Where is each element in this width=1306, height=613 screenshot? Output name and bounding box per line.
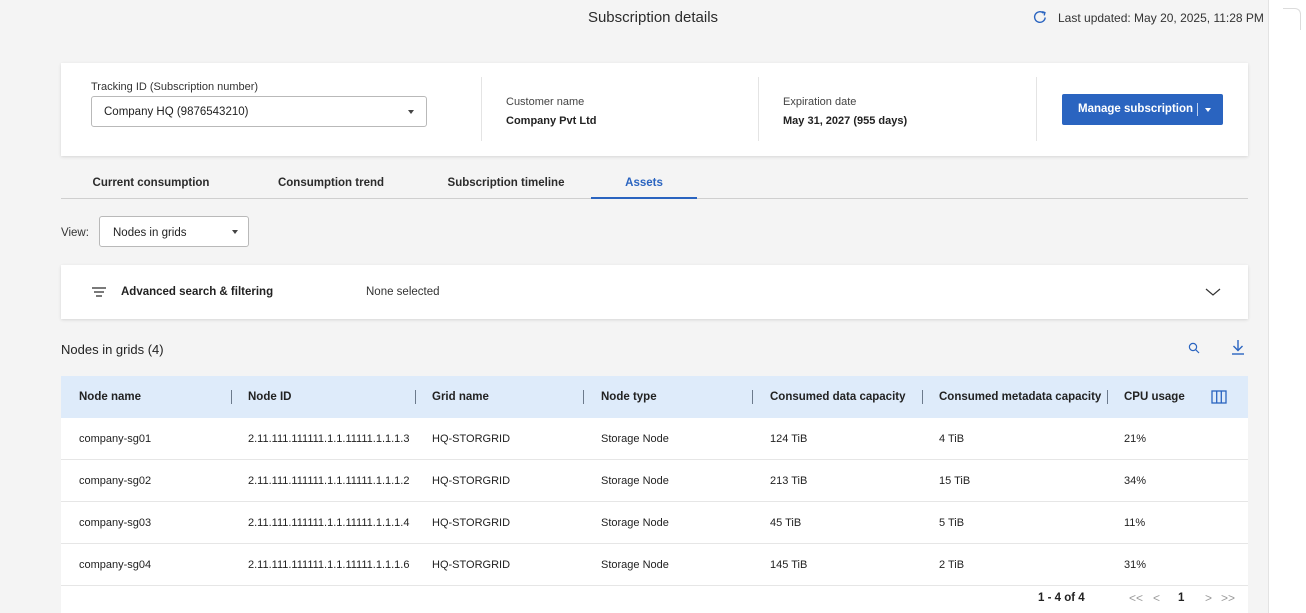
cell-data-capacity: 45 TiB bbox=[770, 517, 802, 529]
customer-name-label: Customer name bbox=[506, 96, 585, 108]
cell-node-type: Storage Node bbox=[601, 517, 669, 529]
cell-node-id: 2.11.111.111111.1.1.11111.1.1.1.3 bbox=[248, 433, 410, 445]
subscription-summary-card: Tracking ID (Subscription number) Compan… bbox=[61, 63, 1248, 156]
filter-lines-icon bbox=[92, 287, 106, 297]
table-header-row: Node name Node ID Grid name Node type Co… bbox=[61, 376, 1248, 418]
cell-node-type: Storage Node bbox=[601, 433, 669, 445]
cell-node-name: company-sg03 bbox=[79, 517, 152, 529]
pagination: 1 - 4 of 4 << < 1 > >> bbox=[61, 586, 1248, 613]
table-title: Nodes in grids (4) bbox=[61, 342, 164, 357]
column-separator[interactable] bbox=[231, 390, 232, 404]
last-updated-text: Last updated: May 20, 2025, 11:28 PM bbox=[1058, 11, 1264, 25]
cell-metadata-capacity: 5 TiB bbox=[939, 517, 965, 529]
cell-data-capacity: 124 TiB bbox=[770, 433, 808, 445]
column-separator[interactable] bbox=[752, 390, 753, 404]
tab-consumption-trend[interactable]: Consumption trend bbox=[241, 167, 421, 199]
column-separator[interactable] bbox=[583, 390, 584, 404]
cell-metadata-capacity: 15 TiB bbox=[939, 475, 971, 487]
download-icon[interactable] bbox=[1231, 339, 1245, 355]
column-header-consumed-data-capacity[interactable]: Consumed data capacity bbox=[770, 391, 905, 403]
expiration-date-label: Expiration date bbox=[783, 96, 857, 108]
tab-assets[interactable]: Assets bbox=[591, 167, 697, 199]
cell-node-name: company-sg01 bbox=[79, 433, 152, 445]
divider bbox=[1036, 77, 1037, 141]
table-row[interactable]: company-sg04 2.11.111.111111.1.1.11111.1… bbox=[61, 544, 1248, 586]
expiration-date-value: May 31, 2027 (955 days) bbox=[783, 115, 908, 127]
cell-node-name: company-sg02 bbox=[79, 475, 152, 487]
manage-subscription-label: Manage subscription bbox=[1078, 103, 1194, 115]
cell-metadata-capacity: 4 TiB bbox=[939, 433, 965, 445]
first-page-button[interactable]: << bbox=[1129, 591, 1143, 605]
cell-cpu-usage: 11% bbox=[1124, 517, 1146, 529]
view-select[interactable]: Nodes in grids bbox=[99, 216, 249, 247]
divider bbox=[481, 77, 482, 141]
tab-bar: Current consumption Consumption trend Su… bbox=[61, 167, 1248, 199]
cell-data-capacity: 145 TiB bbox=[770, 559, 808, 571]
nodes-table: Node name Node ID Grid name Node type Co… bbox=[61, 376, 1248, 613]
column-header-consumed-metadata-capacity[interactable]: Consumed metadata capacity bbox=[939, 391, 1101, 403]
chevron-down-icon bbox=[232, 230, 238, 234]
right-gutter bbox=[1268, 0, 1306, 613]
view-value: Nodes in grids bbox=[113, 227, 187, 239]
next-page-button[interactable]: > bbox=[1205, 591, 1212, 605]
filter-label: Advanced search & filtering bbox=[121, 286, 274, 298]
chevron-down-icon[interactable] bbox=[1205, 108, 1211, 112]
last-page-button[interactable]: >> bbox=[1221, 591, 1235, 605]
column-header-node-name[interactable]: Node name bbox=[79, 391, 141, 403]
cell-node-type: Storage Node bbox=[601, 559, 669, 571]
tracking-id-value: Company HQ (9876543210) bbox=[104, 106, 249, 118]
cell-grid-name: HQ-STORGRID bbox=[432, 475, 511, 487]
search-icon[interactable] bbox=[1188, 342, 1200, 354]
cell-node-type: Storage Node bbox=[601, 475, 669, 487]
button-separator bbox=[1197, 103, 1198, 116]
tracking-id-select[interactable]: Company HQ (9876543210) bbox=[91, 96, 427, 127]
cell-grid-name: HQ-STORGRID bbox=[432, 559, 511, 571]
prev-page-button[interactable]: < bbox=[1153, 591, 1160, 605]
column-header-cpu-usage[interactable]: CPU usage bbox=[1124, 391, 1185, 403]
column-header-node-id[interactable]: Node ID bbox=[248, 391, 291, 403]
chevron-down-icon bbox=[408, 110, 414, 114]
columns-icon[interactable] bbox=[1211, 390, 1227, 404]
cell-grid-name: HQ-STORGRID bbox=[432, 517, 511, 529]
chevron-down-icon[interactable] bbox=[1205, 287, 1221, 297]
cell-metadata-capacity: 2 TiB bbox=[939, 559, 965, 571]
cell-node-id: 2.11.111.111111.1.1.11111.1.1.1.6 bbox=[248, 559, 410, 571]
refresh-icon[interactable] bbox=[1031, 8, 1049, 26]
column-separator[interactable] bbox=[922, 390, 923, 404]
column-separator[interactable] bbox=[1107, 390, 1108, 404]
table-row[interactable]: company-sg01 2.11.111.111111.1.1.11111.1… bbox=[61, 418, 1248, 460]
page: Subscription details Last updated: May 2… bbox=[0, 0, 1268, 613]
view-label: View: bbox=[61, 227, 89, 239]
filter-selection: None selected bbox=[366, 286, 440, 298]
pagination-range: 1 - 4 of 4 bbox=[1038, 592, 1085, 604]
manage-subscription-button[interactable]: Manage subscription bbox=[1062, 94, 1223, 125]
cell-cpu-usage: 31% bbox=[1124, 559, 1147, 571]
cell-node-id: 2.11.111.111111.1.1.11111.1.1.1.2 bbox=[248, 475, 410, 487]
cell-cpu-usage: 34% bbox=[1124, 475, 1147, 487]
gutter-corner bbox=[1283, 8, 1301, 30]
page-number[interactable]: 1 bbox=[1178, 592, 1184, 604]
cell-node-id: 2.11.111.111111.1.1.11111.1.1.1.4 bbox=[248, 517, 410, 529]
column-header-node-type[interactable]: Node type bbox=[601, 391, 657, 403]
cell-grid-name: HQ-STORGRID bbox=[432, 433, 511, 445]
column-header-grid-name[interactable]: Grid name bbox=[432, 391, 489, 403]
tab-subscription-timeline[interactable]: Subscription timeline bbox=[421, 167, 591, 199]
table-row[interactable]: company-sg02 2.11.111.111111.1.1.11111.1… bbox=[61, 460, 1248, 502]
advanced-filter-panel[interactable]: Advanced search & filtering None selecte… bbox=[61, 265, 1248, 319]
table-row[interactable]: company-sg03 2.11.111.111111.1.1.11111.1… bbox=[61, 502, 1248, 544]
column-separator[interactable] bbox=[415, 390, 416, 404]
divider bbox=[758, 77, 759, 141]
cell-data-capacity: 213 TiB bbox=[770, 475, 808, 487]
cell-cpu-usage: 21% bbox=[1124, 433, 1147, 445]
tab-current-consumption[interactable]: Current consumption bbox=[61, 167, 241, 199]
page-header: Subscription details Last updated: May 2… bbox=[0, 0, 1268, 36]
customer-name-value: Company Pvt Ltd bbox=[506, 115, 597, 127]
tracking-id-label: Tracking ID (Subscription number) bbox=[91, 81, 259, 93]
cell-node-name: company-sg04 bbox=[79, 559, 152, 571]
